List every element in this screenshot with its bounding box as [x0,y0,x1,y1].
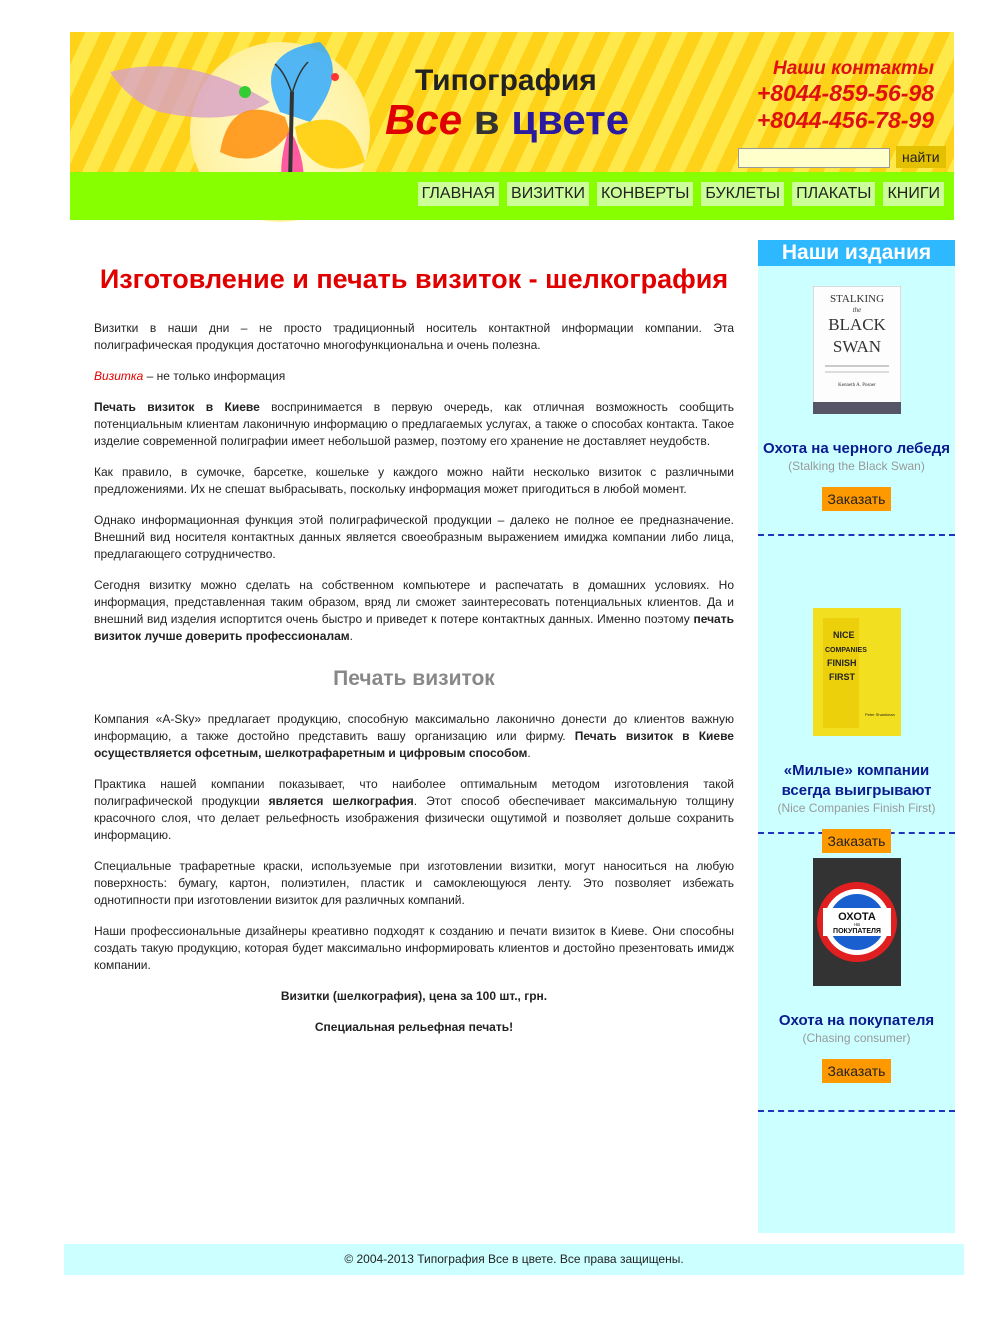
bold-text: Печать визиток в Киеве [94,400,260,414]
book-title[interactable]: «Милые» компании всегда выигрывают [758,761,955,801]
sidebar-heading: Наши издания [758,240,955,266]
paragraph-2-text: – не только информация [143,369,286,383]
nav-item-posters[interactable]: ПЛАКАТЫ [792,182,876,206]
brand-subtitle: Типография [415,64,597,97]
nav-item-books[interactable]: КНИГИ [883,182,944,206]
brand-word-1: Все [385,96,463,143]
book-title[interactable]: Охота на покупателя [758,1011,955,1031]
nav-item-booklets[interactable]: БУКЛЕТЫ [701,182,785,206]
paragraph-6-end: . [349,629,353,643]
price-line: Визитки (шелкография), цена за 100 шт., … [94,988,734,1005]
search-input[interactable] [738,147,890,168]
paragraph-7-end: . [527,746,531,760]
nav-item-business-cards[interactable]: ВИЗИТКИ [507,182,589,206]
bold-text: является шелкография [268,794,414,808]
search-button[interactable]: найти [896,146,946,168]
paragraph-8: Практика нашей компании показывает, что … [94,776,734,844]
section-subtitle: Печать визиток [333,667,495,690]
book-title[interactable]: Охота на черного лебедя [758,439,955,459]
cover-line: FINISH [827,658,857,668]
book-subtitle: (Chasing consumer) [802,1031,911,1045]
footer: © 2004-2013 Типография Все в цвете. Все … [64,1244,964,1275]
contacts-title: Наши контакты [773,58,934,79]
contacts-block: Наши контакты +8044-859-56-98 +8044-456-… [757,58,934,134]
highlight-text: Визитка [94,369,144,383]
phone-1: +8044-859-56-98 [756,80,934,106]
paragraph-1: Визитки в наши дни – не просто традицион… [94,321,734,352]
cover-line: ПОКУПАТЕЛЯ [833,928,881,935]
paragraph-3: Печать визиток в Киеве воспринимается в … [94,399,734,450]
main-content: Изготовление и печать визиток - шелкогра… [94,262,734,1050]
nav-item-home[interactable]: ГЛАВНАЯ [417,182,500,206]
cover-line: BLACK [828,315,886,334]
book-subtitle: (Nice Companies Finish First) [777,801,936,815]
brand-word-3: цвете [511,96,630,143]
order-button[interactable]: Заказать [821,1059,892,1083]
site-header: Типография Все в цвете Наши контакты +80… [70,32,954,222]
cover-line: the [852,306,861,314]
book-cover-black-swan[interactable]: STALKING the BLACK SWAN Kenneth A. Posne… [812,285,901,415]
nav-item-envelopes[interactable]: КОНВЕРТЫ [596,182,694,206]
paragraph-6-text: Сегодня визитку можно сделать на собстве… [94,578,734,626]
book-cover-nice-companies[interactable]: NICE COMPANIES FINISH FIRST Peter Shankm… [812,608,901,736]
book-card: STALKING the BLACK SWAN Kenneth A. Posne… [758,266,955,536]
book-subtitle: (Stalking the Black Swan) [788,459,925,473]
brand-word-2: в [473,96,500,143]
special-offer-line: Специальная рельефная печать! [314,1020,514,1034]
sidebar: Наши издания STALKING the BLACK SWAN Ken… [758,240,955,1233]
paragraph-10: Наши профессиональные дизайнеры креативн… [94,924,734,972]
cover-line: NICE [833,630,855,640]
order-button[interactable]: Заказать [821,487,892,511]
paragraph-5: Однако информационная функция этой полиг… [94,513,734,561]
cover-line: STALKING [829,293,883,305]
book-cover-chasing-consumer[interactable]: ОХОТА на ПОКУПАТЕЛЯ [812,858,901,986]
cover-author: Peter Shankman [865,712,895,717]
paragraph-4: Как правило, в сумочке, барсетке, кошель… [94,465,734,496]
paragraph-2: Визитка – не только информация [94,368,734,385]
book-card: NICE COMPANIES FINISH FIRST Peter Shankm… [758,536,955,853]
cover-line: FIRST [829,672,856,682]
main-nav: ГЛАВНАЯ ВИЗИТКИ КОНВЕРТЫ БУКЛЕТЫ ПЛАКАТЫ… [70,172,954,220]
paragraph-9: Специальные трафаретные краски, использу… [94,859,734,907]
page-title: Изготовление и печать визиток - шелкогра… [99,264,729,294]
search-form: найти [738,146,946,168]
cover-line: COMPANIES [825,647,867,654]
cover-author: Kenneth A. Posner [838,383,876,388]
paragraph-6: Сегодня визитку можно сделать на собстве… [94,577,734,645]
cover-line: SWAN [832,337,880,356]
brand-title: Все в цвете [385,96,629,144]
paragraph-7: Компания «A-Sky» предлагает продукцию, с… [94,711,734,762]
book-card: ОХОТА на ПОКУПАТЕЛЯ Охота на покупателя … [758,834,955,1112]
price-line-text: Визитки (шелкография), цена за 100 шт., … [280,989,548,1003]
phone-2: +8044-456-78-99 [756,107,934,133]
